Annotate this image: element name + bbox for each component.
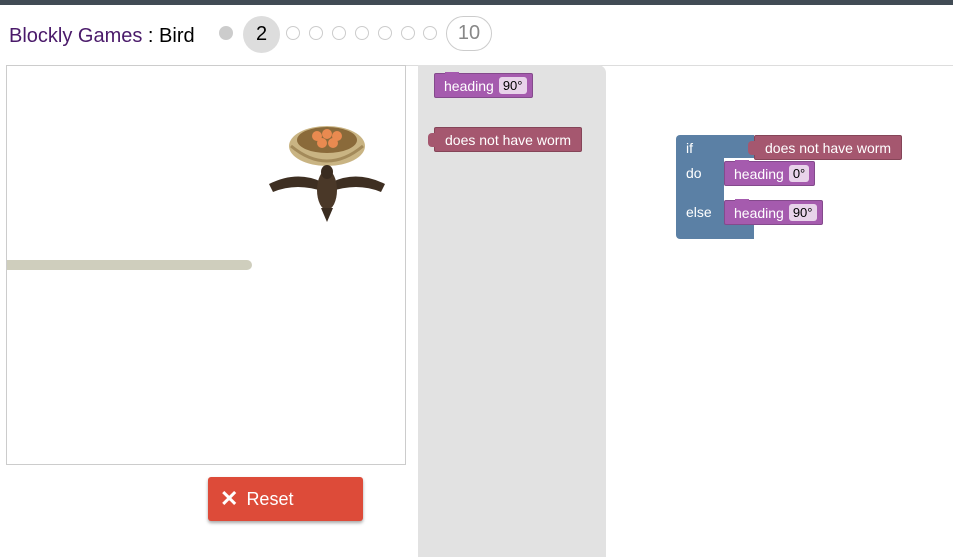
level-3-dot[interactable] [286, 26, 300, 40]
level-last[interactable]: 10 [446, 16, 492, 51]
level-9-dot[interactable] [423, 26, 437, 40]
do-label: do [686, 165, 702, 181]
close-icon: ✕ [220, 486, 239, 511]
top-bar [0, 0, 953, 5]
level-4-dot[interactable] [309, 26, 323, 40]
app-name-link[interactable]: Blockly Games [9, 25, 142, 47]
workspace-condition-block[interactable]: does not have worm [747, 135, 903, 160]
if-label: if [686, 140, 693, 156]
workspace-do-heading-block[interactable]: heading 0° [724, 160, 816, 186]
heading-angle-field[interactable]: 0° [788, 165, 810, 182]
game-canvas [6, 65, 406, 465]
page-title: Blockly Games : Bird [9, 25, 195, 48]
level-8-dot[interactable] [401, 26, 415, 40]
reset-button[interactable]: ✕ Reset [208, 477, 363, 521]
game-name: Bird [159, 24, 195, 47]
heading-angle-field[interactable]: 90° [788, 204, 817, 221]
heading-label: heading [734, 204, 784, 221]
level-6-dot[interactable] [355, 26, 369, 40]
reset-label: Reset [246, 488, 294, 509]
level-1-dot[interactable] [219, 26, 233, 40]
heading-angle-field[interactable]: 90° [498, 77, 527, 94]
level-current[interactable]: 2 [243, 16, 280, 53]
else-label: else [686, 204, 712, 220]
page-header: Blockly Games : Bird [9, 18, 195, 54]
toolbox-heading-block[interactable]: heading 90° [434, 72, 533, 98]
condition-label: does not have worm [765, 139, 892, 156]
title-separator: : [142, 24, 160, 47]
bird-image [269, 165, 385, 222]
heading-label: heading [444, 77, 494, 94]
heading-label: heading [734, 165, 784, 182]
level-5-dot[interactable] [332, 26, 346, 40]
toolbox-condition-block[interactable]: does not have worm [427, 127, 583, 152]
condition-label: does not have worm [445, 131, 572, 148]
level-7-dot[interactable] [378, 26, 392, 40]
wall-obstacle [7, 260, 252, 270]
workspace-else-heading-block[interactable]: heading 90° [724, 199, 823, 225]
